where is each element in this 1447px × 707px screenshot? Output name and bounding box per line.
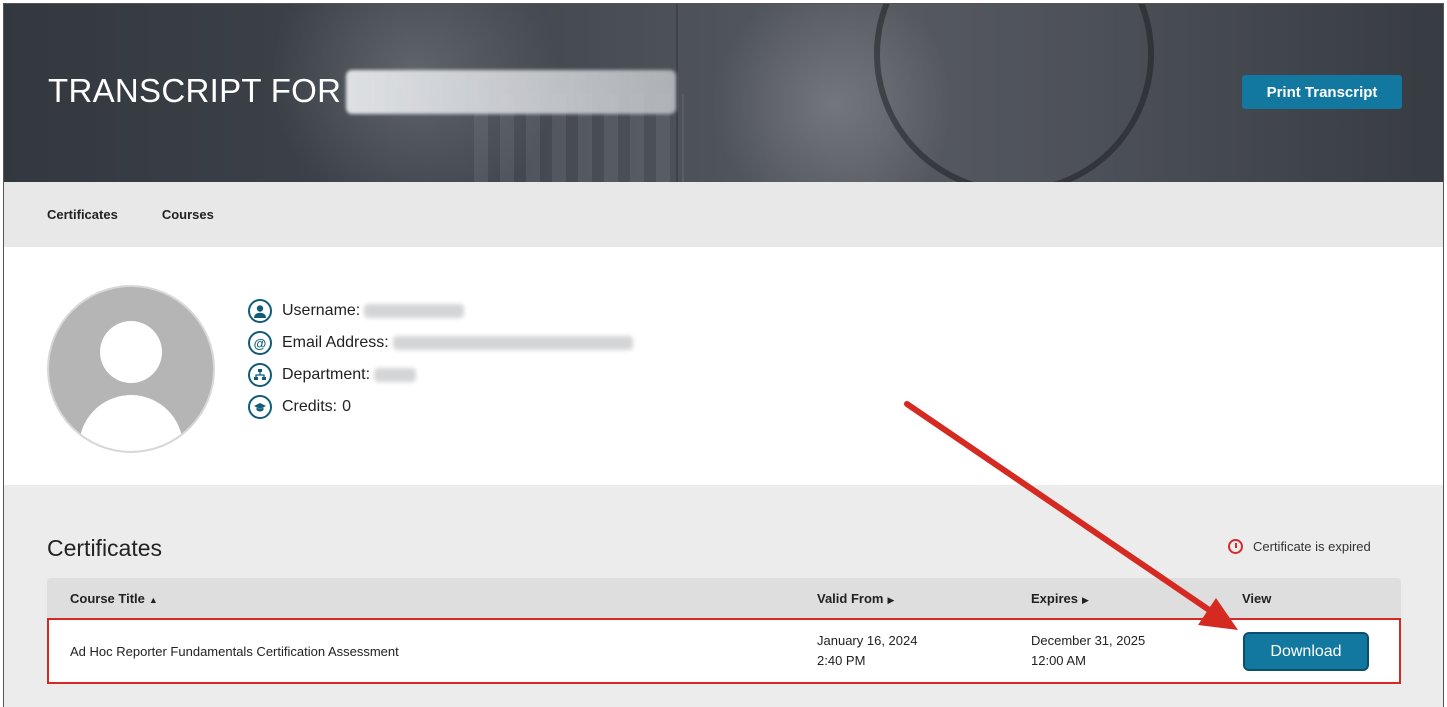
hero-banner: TRANSCRIPT FOR Print Transcript	[4, 4, 1443, 182]
avatar	[49, 287, 213, 451]
table-header: Course Title ▲ Valid From ▶ Expires ▶ View	[47, 578, 1401, 618]
avatar-head-shape	[100, 321, 162, 383]
column-expires-label: Expires	[1031, 590, 1078, 606]
username-label: Username:	[282, 302, 361, 319]
expires-cell: December 31, 2025 12:00 AM	[1031, 631, 1145, 671]
expired-legend-label: Certificate is expired	[1253, 539, 1371, 554]
column-view: View	[1242, 590, 1272, 606]
table-row: Ad Hoc Reporter Fundamentals Certificati…	[47, 618, 1401, 684]
redacted-name	[346, 70, 676, 114]
certificates-table: Course Title ▲ Valid From ▶ Expires ▶ View …	[47, 578, 1401, 684]
column-valid-from-label: Valid From	[817, 590, 884, 606]
download-button[interactable]: Download	[1245, 634, 1367, 669]
column-expires[interactable]: Expires ▶	[1031, 591, 1089, 606]
username-row: Username:	[248, 297, 633, 325]
section-tabs: Certificates Courses	[4, 182, 1443, 247]
valid-from-date: January 16, 2024	[817, 633, 918, 648]
credits-label: Credits:	[282, 398, 338, 415]
department-row: Department:	[248, 361, 633, 389]
expired-legend: Certificate is expired	[1228, 539, 1371, 554]
redacted-email	[392, 336, 633, 350]
graduation-cap-icon	[248, 395, 272, 419]
valid-from-cell: January 16, 2024 2:40 PM	[817, 631, 917, 671]
redacted-department	[374, 368, 417, 382]
credits-row: Credits: 0	[248, 393, 633, 421]
certificates-heading: Certificates	[47, 535, 163, 561]
print-transcript-button[interactable]: Print Transcript	[1242, 75, 1402, 109]
at-icon: @	[248, 331, 272, 355]
transcript-page: TRANSCRIPT FOR Print Transcript Certific…	[3, 3, 1444, 707]
stopwatch-icon	[1228, 539, 1243, 554]
column-course-title-label: Course Title	[70, 590, 145, 606]
course-title-cell: Ad Hoc Reporter Fundamentals Certificati…	[70, 643, 399, 659]
org-chart-icon	[248, 363, 272, 387]
profile-info: Username: @ Email Address: Department: C…	[248, 297, 633, 425]
redacted-username	[364, 304, 465, 318]
credits-value: 0	[342, 398, 352, 415]
valid-from-time: 2:40 PM	[817, 653, 866, 668]
profile-section: Username: @ Email Address: Department: C…	[4, 247, 1443, 485]
sort-caret-icon: ▶	[887, 594, 895, 605]
column-valid-from[interactable]: Valid From ▶	[817, 591, 894, 606]
column-course-title[interactable]: Course Title ▲	[70, 591, 158, 606]
email-row: @ Email Address:	[248, 329, 633, 357]
sort-caret-icon: ▶	[1081, 594, 1089, 605]
email-label: Email Address:	[282, 334, 389, 351]
certificates-section: Certificates Certificate is expired Cour…	[4, 485, 1443, 707]
avatar-body-shape	[79, 395, 183, 451]
user-icon	[248, 299, 272, 323]
page-title: TRANSCRIPT FOR	[48, 72, 342, 109]
department-label: Department:	[282, 366, 371, 383]
expires-date: December 31, 2025	[1031, 633, 1146, 648]
sort-ascending-icon: ▲	[148, 594, 158, 605]
tab-certificates[interactable]: Certificates	[47, 207, 118, 222]
expires-time: 12:00 AM	[1031, 653, 1086, 668]
tab-courses[interactable]: Courses	[162, 207, 214, 222]
